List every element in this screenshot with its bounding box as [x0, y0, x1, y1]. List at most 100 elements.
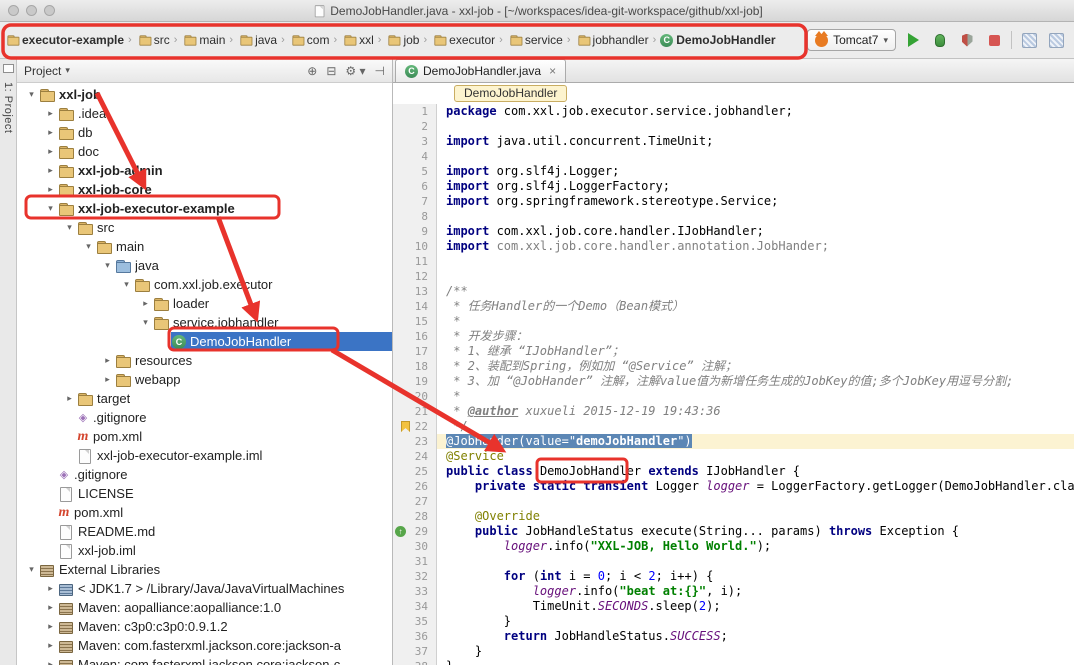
gutter-line-number[interactable]: 34: [393, 599, 437, 614]
expand-arrow-icon[interactable]: ▸: [44, 127, 57, 138]
expand-arrow-icon[interactable]: ▸: [44, 583, 57, 594]
code-text[interactable]: logger.info("beat at:{}", i);: [437, 584, 1074, 599]
gutter-line-number[interactable]: 20: [393, 389, 437, 404]
expand-arrow-icon[interactable]: ▾: [25, 89, 38, 100]
gutter-line-number[interactable]: 3: [393, 134, 437, 149]
gutter-line-number[interactable]: 15: [393, 314, 437, 329]
tree-item-loader[interactable]: ▸loader: [17, 294, 392, 313]
gutter-line-number[interactable]: 36: [393, 629, 437, 644]
breadcrumb-item-executor-example[interactable]: executor-example: [2, 30, 126, 50]
locate-icon[interactable]: ⊕: [307, 64, 317, 78]
expand-arrow-icon[interactable]: ▾: [63, 222, 76, 233]
breadcrumb-item-xxl[interactable]: xxl: [339, 30, 376, 50]
gutter-line-number[interactable]: 14: [393, 299, 437, 314]
expand-arrow-icon[interactable]: ▾: [120, 279, 133, 290]
gutter-line-number[interactable]: 28: [393, 509, 437, 524]
tree-item-license[interactable]: LICENSE: [17, 484, 392, 503]
breadcrumb-item-java[interactable]: java: [235, 30, 279, 50]
gutter-line-number[interactable]: 7: [393, 194, 437, 209]
gutter-line-number[interactable]: 19: [393, 374, 437, 389]
project-tool-window-button[interactable]: 1: Project: [2, 82, 14, 133]
code-text[interactable]: public JobHandleStatus execute(String...…: [437, 524, 1074, 539]
gutter-line-number[interactable]: 2: [393, 119, 437, 134]
expand-arrow-icon[interactable]: ▾: [44, 203, 57, 214]
gutter-line-number[interactable]: 1: [393, 104, 437, 119]
gutter-line-number[interactable]: 32: [393, 569, 437, 584]
code-text[interactable]: * 2、装配到Spring，例如加 “@Service” 注解；: [437, 359, 1074, 374]
override-marker-icon[interactable]: ↑: [395, 526, 406, 537]
code-text[interactable]: * 任务Handler的一个Demo（Bean模式）: [437, 299, 1074, 314]
gutter-line-number[interactable]: 8: [393, 209, 437, 224]
gutter-line-number[interactable]: 10: [393, 239, 437, 254]
gutter-line-number[interactable]: 16: [393, 329, 437, 344]
code-text[interactable]: @Override: [437, 509, 1074, 524]
code-text[interactable]: * 3、加 “@JobHander” 注解，注解value值为新增任务生成的Jo…: [437, 374, 1074, 389]
code-text[interactable]: * @author xuxueli 2015-12-19 19:43:36: [437, 404, 1074, 419]
gutter-line-number[interactable]: 9: [393, 224, 437, 239]
tree-item-maven-com-fasterxml-jackson-core-jackson-c[interactable]: ▸Maven: com.fasterxml.jackson.core:jacks…: [17, 655, 392, 665]
code-text[interactable]: @Service: [437, 449, 1074, 464]
code-text[interactable]: [437, 554, 1074, 569]
breadcrumb-item-service[interactable]: service: [505, 30, 565, 50]
expand-arrow-icon[interactable]: ▸: [44, 108, 57, 119]
vcs-update-button[interactable]: [1019, 30, 1039, 50]
zoom-button[interactable]: [44, 5, 55, 16]
code-text[interactable]: import com.xxl.job.core.handler.annotati…: [437, 239, 1074, 254]
tree-item-doc[interactable]: ▸doc: [17, 142, 392, 161]
code-text[interactable]: return JobHandleStatus.SUCCESS;: [437, 629, 1074, 644]
breadcrumb-item-src[interactable]: src: [134, 30, 172, 50]
gutter-line-number[interactable]: 13: [393, 284, 437, 299]
tree-item-xxl-job-executor-example[interactable]: ▾xxl-job-executor-example: [17, 199, 392, 218]
code-text[interactable]: @JobHander(value="demoJobHandler"): [437, 434, 1074, 449]
run-button[interactable]: [903, 30, 923, 50]
vcs-commit-button[interactable]: [1046, 30, 1066, 50]
expand-arrow-icon[interactable]: ▾: [25, 564, 38, 575]
code-text[interactable]: [437, 209, 1074, 224]
tree-item-db[interactable]: ▸db: [17, 123, 392, 142]
code-text[interactable]: import org.slf4j.Logger;: [437, 164, 1074, 179]
expand-arrow-icon[interactable]: ▸: [44, 146, 57, 157]
gutter-line-number[interactable]: 17: [393, 344, 437, 359]
tree-item-gitignore[interactable]: ◈.gitignore: [17, 465, 392, 484]
code-text[interactable]: [437, 269, 1074, 284]
expand-arrow-icon[interactable]: ▾: [82, 241, 95, 252]
expand-arrow-icon[interactable]: ▸: [63, 393, 76, 404]
code-text[interactable]: TimeUnit.SECONDS.sleep(2);: [437, 599, 1074, 614]
gutter-line-number[interactable]: 6: [393, 179, 437, 194]
expand-arrow-icon[interactable]: ▸: [44, 640, 57, 651]
editor-breadcrumb-chip[interactable]: DemoJobHandler: [454, 85, 567, 102]
gutter-line-number[interactable]: 25: [393, 464, 437, 479]
expand-arrow-icon[interactable]: ▸: [101, 355, 114, 366]
code-text[interactable]: package com.xxl.job.executor.service.job…: [437, 104, 1074, 119]
gutter-line-number[interactable]: 5: [393, 164, 437, 179]
code-text[interactable]: private static transient Logger logger =…: [437, 479, 1074, 494]
code-text[interactable]: * 开发步骤：: [437, 329, 1074, 344]
hide-panel-icon[interactable]: ⊣: [375, 64, 385, 78]
tree-item-resources[interactable]: ▸resources: [17, 351, 392, 370]
code-text[interactable]: import java.util.concurrent.TimeUnit;: [437, 134, 1074, 149]
tree-item-maven-com-fasterxml-jackson-core-jackson-a[interactable]: ▸Maven: com.fasterxml.jackson.core:jacks…: [17, 636, 392, 655]
gutter-line-number[interactable]: 31: [393, 554, 437, 569]
expand-arrow-icon[interactable]: ▸: [44, 165, 57, 176]
tree-item-xxl-job[interactable]: ▾xxl-job: [17, 85, 392, 104]
stop-button[interactable]: [984, 30, 1004, 50]
tree-item-jdk1-7-library-java-javavirtualmachines[interactable]: ▸< JDK1.7 > /Library/Java/JavaVirtualMac…: [17, 579, 392, 598]
tree-item-maven-aopalliance-aopalliance-1-0[interactable]: ▸Maven: aopalliance:aopalliance:1.0: [17, 598, 392, 617]
code-text[interactable]: }: [437, 644, 1074, 659]
tree-item-xxl-job-iml[interactable]: xxl-job.iml: [17, 541, 392, 560]
tree-item-xxl-job-admin[interactable]: ▸xxl-job-admin: [17, 161, 392, 180]
code-text[interactable]: [437, 494, 1074, 509]
tree-item-pom-xml[interactable]: mpom.xml: [17, 427, 392, 446]
tree-item-main[interactable]: ▾main: [17, 237, 392, 256]
tree-item-xxl-job-executor-example-iml[interactable]: xxl-job-executor-example.iml: [17, 446, 392, 465]
tree-item-src[interactable]: ▾src: [17, 218, 392, 237]
gutter-line-number[interactable]: 18: [393, 359, 437, 374]
run-configuration-select[interactable]: Tomcat7 ▾: [807, 29, 896, 51]
code-text[interactable]: import org.springframework.stereotype.Se…: [437, 194, 1074, 209]
gutter-line-number[interactable]: 29↑: [393, 524, 437, 539]
gutter-line-number[interactable]: 23: [393, 434, 437, 449]
expand-arrow-icon[interactable]: ▸: [44, 602, 57, 613]
code-text[interactable]: * 1、继承 “IJobHandler”；: [437, 344, 1074, 359]
breadcrumb-item-jobhandler[interactable]: jobhandler: [573, 30, 651, 50]
code-text[interactable]: [437, 254, 1074, 269]
